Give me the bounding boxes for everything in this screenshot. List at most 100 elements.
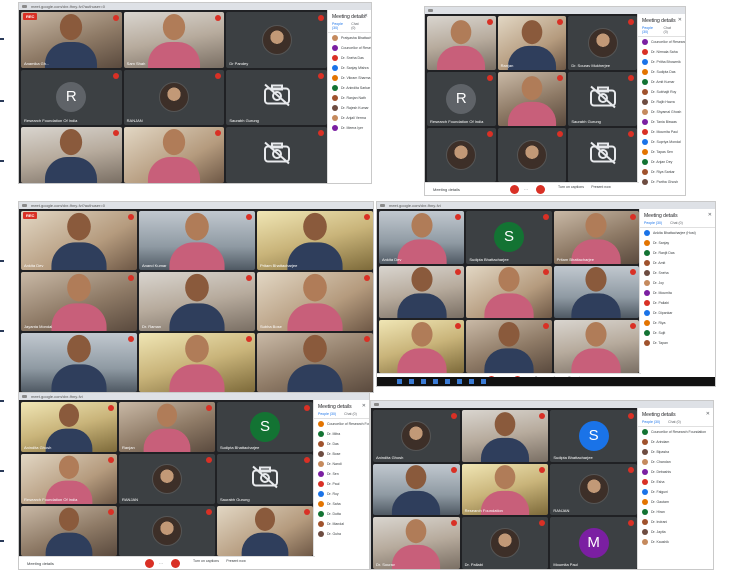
participant-tile[interactable]: Anindita Ghosh: [21, 402, 117, 452]
participant-tile[interactable]: Ranjan: [119, 402, 215, 452]
people-list-item[interactable]: Councellor of Research Foundation: [314, 419, 369, 429]
people-list-item[interactable]: Dr. Moumita: [640, 288, 715, 298]
people-list-item[interactable]: Dr. Riya Sarkar: [638, 167, 685, 177]
people-list-item[interactable]: Dr. Jayita: [638, 527, 713, 537]
people-list-item[interactable]: Dr. Gautam: [638, 497, 713, 507]
people-list-item[interactable]: Dr. Sanjay: [640, 238, 715, 248]
people-list-item[interactable]: Councellor of Research Foundation: [638, 37, 685, 47]
participant-tile[interactable]: M Moumita Paul: [550, 517, 637, 569]
participant-tile[interactable]: [257, 333, 373, 392]
address-bar[interactable]: meet.google.com/dvr-fhny-fvi?authuser=0: [19, 202, 373, 209]
participant-tile[interactable]: Jayanta Mondal: [21, 272, 137, 331]
people-list-item[interactable]: Dr. Bose: [314, 449, 369, 459]
taskbar-app-icon[interactable]: [421, 379, 426, 384]
taskbar-app-icon[interactable]: [397, 379, 402, 384]
tab-people[interactable]: People (30): [644, 221, 662, 225]
people-list-item[interactable]: Dr. Hiran: [638, 507, 713, 517]
participant-tile[interactable]: Ankita Dev: [379, 211, 465, 264]
people-list-item[interactable]: Dr. Saha: [314, 499, 369, 509]
participant-tile[interactable]: [119, 506, 215, 556]
close-icon[interactable]: ✕: [708, 212, 712, 218]
people-list-item[interactable]: Dr. Esha: [638, 477, 713, 487]
more-options-icon[interactable]: ⋯: [524, 187, 528, 192]
tab-chat[interactable]: Chat (0): [344, 412, 357, 416]
people-list-item[interactable]: Dr. Mitra: [314, 429, 369, 439]
people-list-item[interactable]: Dr. Sanjay Mishra: [328, 63, 371, 73]
people-list-item[interactable]: Dr. Amit Kumar: [638, 77, 685, 87]
people-list-item[interactable]: Dr. Rajib Hazra: [638, 97, 685, 107]
people-list-item[interactable]: Dr. Falguni: [638, 487, 713, 497]
participant-tile[interactable]: [139, 333, 255, 392]
address-bar[interactable]: [371, 401, 713, 408]
participant-tile[interactable]: RANJAN: [550, 463, 637, 516]
people-list-item[interactable]: Dr. Das: [314, 439, 369, 449]
participant-tile[interactable]: Saurabh Gurung: [217, 454, 313, 504]
people-list-item[interactable]: Councellor of Research Foundation: [328, 43, 371, 53]
present-now-button[interactable]: Present now: [223, 559, 249, 563]
taskbar-app-icon[interactable]: [433, 379, 438, 384]
people-list-item[interactable]: Dr. Ranjan Nath: [328, 93, 371, 103]
people-list-item[interactable]: Dr. Partha Ghosh: [638, 177, 685, 187]
participant-tile[interactable]: Dr. Raman: [139, 272, 255, 331]
more-options-icon[interactable]: ⋯: [159, 561, 163, 566]
tab-chat[interactable]: Chat (0): [664, 26, 673, 34]
people-list-item[interactable]: Dr. Supriya Mondal: [638, 137, 685, 147]
people-list-item[interactable]: Dr. Moumita Paul: [638, 127, 685, 137]
participant-tile[interactable]: S Sudipta Bhattacharjee: [550, 410, 637, 462]
participant-tile[interactable]: [21, 127, 122, 183]
address-bar[interactable]: [425, 7, 685, 14]
participant-tile[interactable]: [553, 265, 639, 319]
tab-chat[interactable]: Chat (0): [351, 22, 359, 30]
participant-tile[interactable]: Subha Bose: [257, 272, 373, 331]
people-list-item[interactable]: Dr. Shyamal Ghosh: [638, 107, 685, 117]
people-list-item[interactable]: Dr. Paul: [314, 479, 369, 489]
people-list-item[interactable]: Dr. Chandan: [638, 457, 713, 467]
tab-chat[interactable]: Chat (0): [670, 221, 683, 225]
tab-people[interactable]: People (30): [642, 420, 660, 424]
people-list-item[interactable]: Dr. Anjan Dey: [638, 157, 685, 167]
leave-call-button[interactable]: [171, 559, 180, 568]
close-icon[interactable]: ✕: [364, 13, 368, 19]
taskbar-app-icon[interactable]: [469, 379, 474, 384]
participant-tile[interactable]: Dr. Sourav Mukherjee: [568, 16, 637, 70]
participant-tile[interactable]: [497, 72, 567, 126]
participant-tile[interactable]: [497, 128, 567, 182]
taskbar-app-icon[interactable]: [457, 379, 462, 384]
mic-toggle-button[interactable]: [145, 559, 154, 568]
participant-tile[interactable]: RANJAN: [123, 69, 225, 126]
address-bar[interactable]: meet.google.com/dvr-fhny-fvi: [377, 202, 715, 209]
participant-tile[interactable]: Sam Shah: [123, 12, 225, 68]
meeting-details-button[interactable]: Meeting details: [27, 561, 54, 566]
people-list-item[interactable]: Dr. Bipasha: [638, 447, 713, 457]
participant-tile[interactable]: Anindita Ghosh: [373, 410, 460, 462]
people-list-item[interactable]: Dr. Tapas Sen: [638, 147, 685, 157]
taskbar-app-icon[interactable]: [409, 379, 414, 384]
people-list-item[interactable]: Dr. Amit: [640, 258, 715, 268]
participant-tile[interactable]: [123, 127, 225, 183]
mic-toggle-button[interactable]: [510, 185, 519, 194]
close-icon[interactable]: ✕: [678, 17, 682, 23]
captions-button[interactable]: Turn on captions: [558, 185, 584, 189]
participant-tile[interactable]: Research Foundation: [461, 463, 549, 516]
participant-tile[interactable]: S Sudipta Bhattacharjee: [217, 402, 313, 452]
participant-tile[interactable]: Saurabh Gurung: [226, 69, 327, 126]
people-list-item[interactable]: Dr. Anjali Verma: [328, 113, 371, 123]
participant-tile[interactable]: [379, 265, 465, 319]
people-list-item[interactable]: Dr. Indrani: [638, 517, 713, 527]
people-list-item[interactable]: Dr. Sneha Das: [328, 53, 371, 63]
people-list-item[interactable]: Dr. Riya: [640, 318, 715, 328]
people-list-item[interactable]: Dr. Ranjit Das: [640, 248, 715, 258]
participant-tile[interactable]: [427, 128, 496, 182]
people-list-item[interactable]: Dr. Sudipta Das: [638, 67, 685, 77]
participant-tile[interactable]: [466, 320, 552, 373]
people-list-item[interactable]: Ankita Bhattacharjee (Host): [640, 228, 715, 238]
people-list-item[interactable]: Dr. Kaushik: [638, 537, 713, 547]
address-bar[interactable]: meet.google.com/dvr-fhny-fvi: [19, 393, 369, 400]
people-list-item[interactable]: Dr. Debashis: [638, 467, 713, 477]
people-list-item[interactable]: Dr. Pritha Bhowmik: [638, 57, 685, 67]
people-list-item[interactable]: Dr. Nandi: [314, 459, 369, 469]
participant-tile[interactable]: [379, 320, 465, 373]
taskbar-app-icon[interactable]: [445, 379, 450, 384]
people-list-item[interactable]: Councellor of Research Foundation: [638, 427, 713, 437]
tab-people[interactable]: People (30): [332, 22, 343, 30]
